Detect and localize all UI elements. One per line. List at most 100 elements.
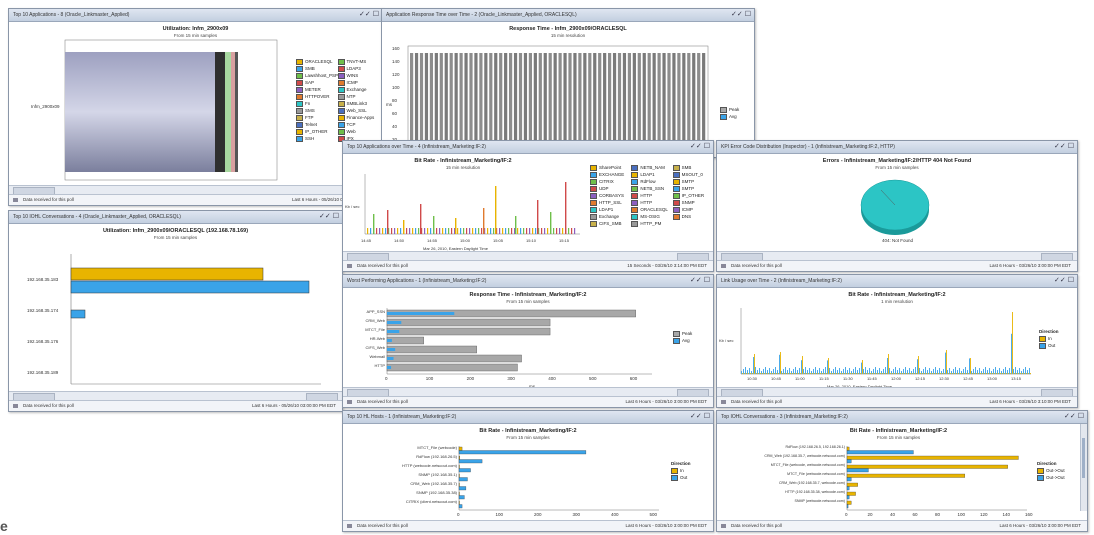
panel-titlebar[interactable]: Top IOHL Conversations - 3 (Infinistream… (717, 411, 1087, 424)
series-in (792, 373, 793, 374)
error-pie-chart (860, 179, 930, 235)
series-out (833, 369, 834, 374)
bar-out (846, 464, 1008, 469)
series-out (793, 369, 794, 374)
series-out (753, 357, 754, 374)
scrollbar[interactable] (1080, 424, 1087, 511)
panel-worst-performing: Worst Performing Applications - 1 (Infin… (342, 274, 714, 408)
series-point (532, 228, 534, 234)
series-in (974, 373, 975, 374)
row-label: SNMP (192.168.35.1) (418, 472, 457, 477)
series-in (876, 373, 877, 374)
series-point (475, 228, 477, 234)
series-out (877, 370, 878, 374)
series-in (894, 373, 895, 374)
series-point (445, 228, 447, 234)
y-tick: 140 (392, 59, 400, 64)
series-out (991, 371, 992, 374)
panel-controls-icon[interactable]: ✓✓ ☐ (319, 211, 339, 223)
series-in (776, 373, 777, 374)
panel-controls-icon[interactable]: ✓✓ ☐ (690, 141, 710, 153)
y-tick: 160 (392, 46, 400, 51)
panel-link-usage: Link Usage over Time - 2 (Infinistream_M… (716, 274, 1078, 408)
series-out (803, 369, 804, 374)
series-out (811, 371, 812, 374)
x-tick: 14:45 (361, 238, 372, 243)
panel-controls-icon[interactable]: ✓✓ ☐ (359, 9, 379, 21)
series-spike (515, 216, 517, 234)
panel-controls-icon[interactable]: ✓✓ ☐ (1054, 275, 1074, 287)
scrollbar-thumb[interactable] (1082, 438, 1085, 478)
series-in (1022, 373, 1023, 374)
legend-item: Finance-Apps (337, 114, 377, 121)
panel-titlebar[interactable]: Top 10 HL Hosts - 1 (Infinistream_Market… (343, 411, 713, 424)
legend-item: MS-OSIG (631, 213, 670, 220)
panel-controls-icon[interactable]: ✓✓ ☐ (731, 9, 751, 21)
panel-titlebar[interactable]: KPI Error Code Distribution (Inspector) … (717, 141, 1077, 154)
x-tick: 140 (1002, 512, 1011, 517)
series-in (986, 373, 987, 374)
series-spike (537, 200, 539, 234)
chart-subtitle: 1 min resolution (881, 299, 913, 304)
legend-item: HTTP_PM (631, 220, 670, 227)
legend-item: SMB (672, 164, 712, 171)
series-out (953, 369, 954, 374)
series-spike (483, 208, 485, 234)
series-point (415, 228, 417, 234)
series-point (544, 228, 546, 234)
legend-item: Peak (720, 106, 739, 113)
panel-titlebar[interactable]: Top 10 IOHL Conversations - 4 (Oracle_Li… (9, 211, 342, 224)
series-in (966, 373, 967, 374)
series-in (972, 373, 973, 374)
series-in (1014, 373, 1015, 374)
panel-titlebar[interactable]: Application Response Time over Time - 2 … (382, 9, 754, 22)
series-in (840, 373, 841, 374)
panel-error-distribution: KPI Error Code Distribution (Inspector) … (716, 140, 1078, 272)
legend-item: ORACLESQL (296, 58, 335, 65)
panel-titlebar[interactable]: Worst Performing Applications - 1 (Infin… (343, 275, 713, 288)
series-in (900, 373, 901, 374)
series-out (997, 370, 998, 374)
series-out (801, 360, 802, 374)
series-in (810, 373, 811, 374)
chart-title: Errors - Infinistream_Marketing/IF:2/HTT… (822, 158, 972, 164)
status-icon (347, 524, 352, 528)
panel-titlebar[interactable]: Top 10 Applications over Time - 4 (Infin… (343, 141, 713, 154)
series-out (795, 367, 796, 374)
series-out (903, 369, 904, 374)
status-text: Data received for this poll (731, 523, 782, 528)
panel-controls-icon[interactable]: ✓✓ ☐ (1064, 411, 1084, 423)
panel-controls-icon[interactable]: ✓✓ ☐ (690, 411, 710, 423)
panel-controls-icon[interactable]: ✓✓ ☐ (1054, 141, 1074, 153)
x-tick: 200 (466, 376, 475, 381)
series-in (866, 373, 867, 374)
legend-item: Fn (296, 100, 335, 107)
x-tick: 0 (457, 512, 460, 517)
series-out (985, 367, 986, 374)
series-out (837, 370, 838, 374)
panel-controls-icon[interactable]: ✓✓ ☐ (690, 275, 710, 287)
bar-in (458, 455, 460, 460)
series-point (502, 228, 504, 234)
series-spike (550, 212, 552, 234)
series-spike (387, 210, 389, 234)
bar-out (458, 504, 463, 509)
series-out (765, 367, 766, 374)
status-bar: Data received for this poll Last 6 Hours … (717, 260, 1077, 271)
series-in (844, 373, 845, 374)
panel-titlebar[interactable]: Link Usage over Time - 2 (Infinistream_M… (717, 275, 1077, 288)
series-out (895, 367, 896, 374)
series-in (862, 360, 863, 374)
series-in (754, 354, 755, 374)
bar-out (458, 495, 465, 500)
x-tick: 100 (957, 512, 966, 517)
series-in (936, 373, 937, 374)
x-tick: 400 (548, 376, 556, 381)
series-point (568, 228, 570, 234)
panel-titlebar[interactable]: Top 10 Applications - 8 (Oracle_Linkmast… (9, 9, 382, 22)
panel-title: Top 10 HL Hosts - 1 (Infinistream_Market… (347, 414, 457, 420)
series-point (571, 228, 573, 234)
legend-item: Out (1039, 342, 1059, 349)
legend-item: Web_SSL (337, 107, 377, 114)
y-tick: 60 (392, 111, 398, 116)
